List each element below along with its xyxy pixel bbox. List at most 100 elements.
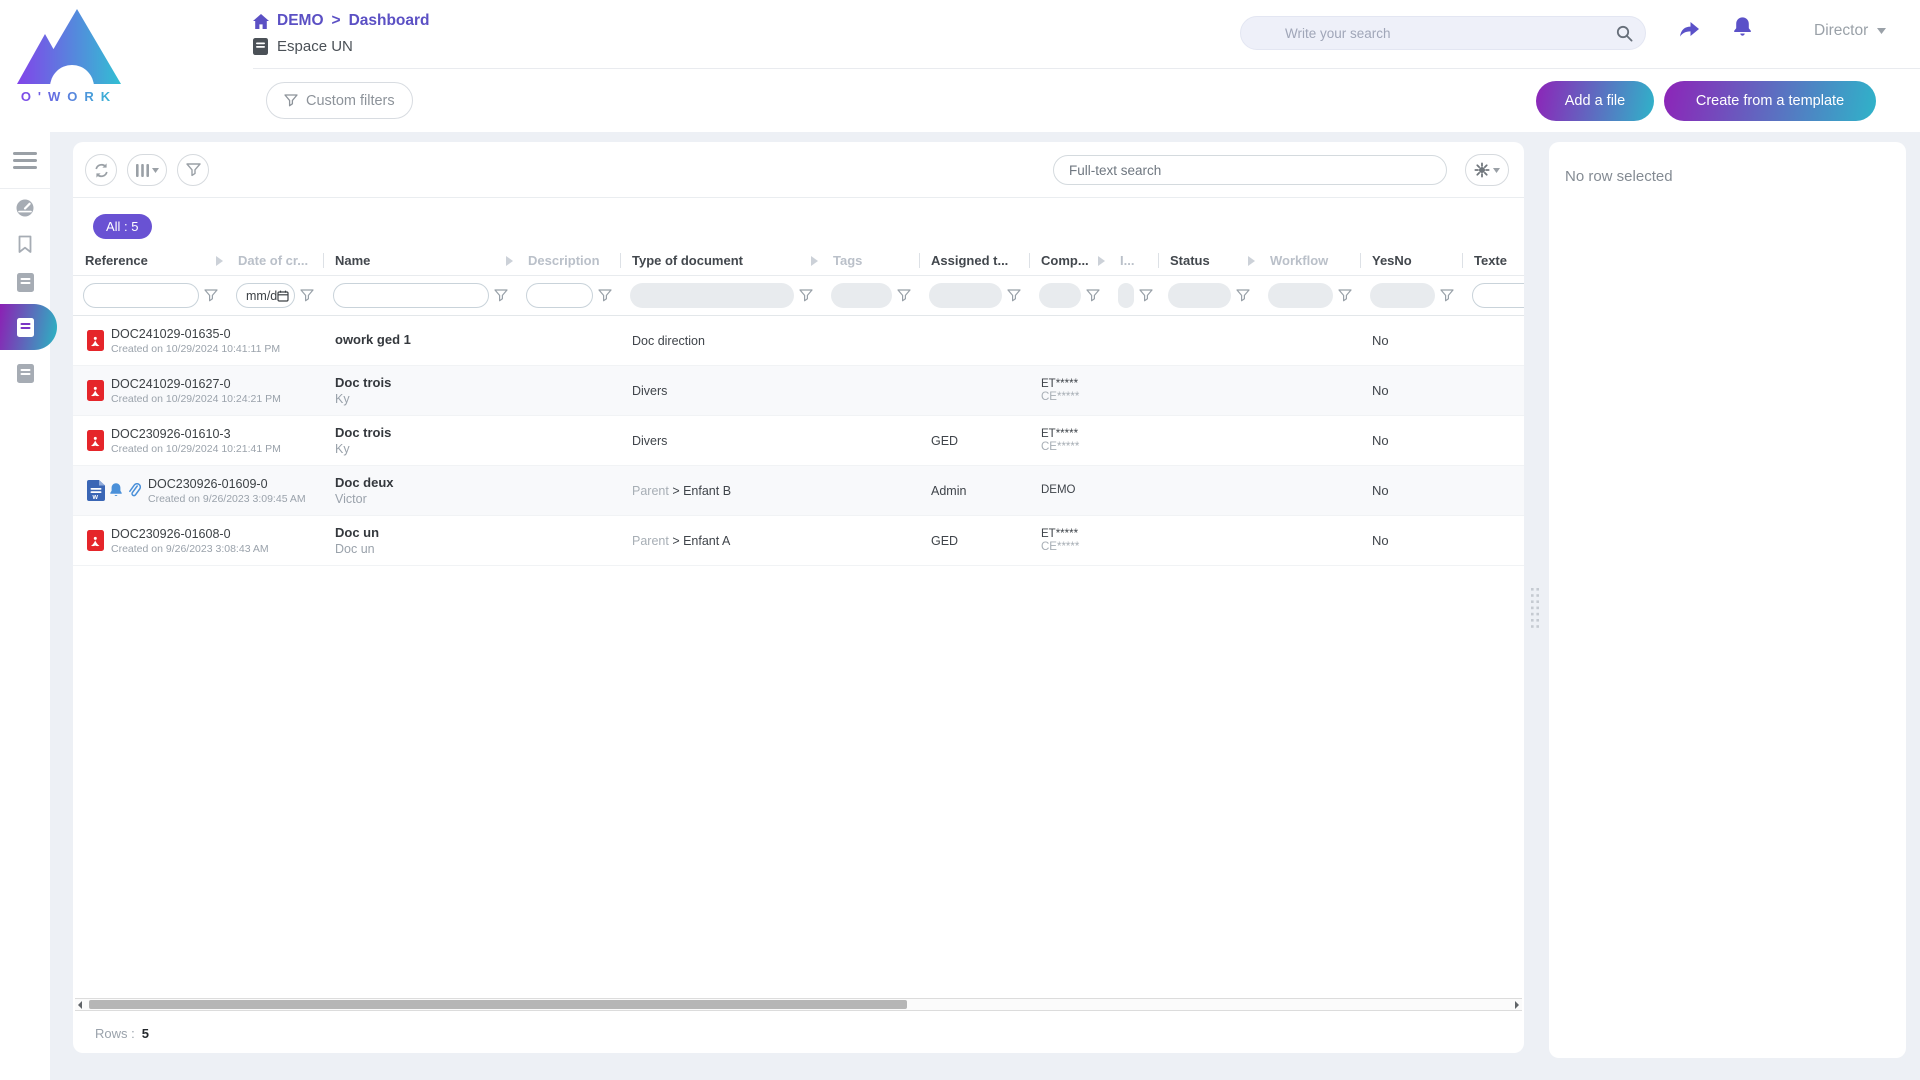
company-cell: ET***** CE***** [1029,428,1158,453]
column-header-i[interactable]: I... [1108,246,1158,275]
scroll-left-arrow-icon[interactable] [78,1001,82,1009]
user-role-menu[interactable]: Director [1814,22,1886,40]
type-cell: Divers [620,434,919,448]
calendar-icon[interactable] [277,290,289,302]
tab-all-count[interactable]: All : 5 [93,214,152,239]
filter-input-reference[interactable] [83,283,199,308]
column-header-assigned-t[interactable]: Assigned t... [919,246,1029,275]
pdf-file-icon[interactable] [87,430,104,451]
notifications-button[interactable] [1732,15,1753,39]
funnel-filter-icon[interactable] [1086,289,1100,302]
pdf-file-icon[interactable] [87,330,104,351]
company-value: ET***** [1041,528,1146,540]
pdf-file-icon[interactable] [87,530,104,551]
breadcrumb-current[interactable]: Dashboard [349,12,430,30]
company-cell: ET***** CE***** [1029,378,1158,403]
funnel-filter-icon[interactable] [1139,289,1153,302]
search-icon[interactable] [1616,25,1633,42]
workspace-book-icon [253,38,268,55]
documents-grid-panel: All : 5 ReferenceDate of cr...NameDescri… [73,142,1524,1053]
breadcrumb-separator: > [332,12,341,30]
document-type-parent: Parent [632,484,669,498]
filter-input-description[interactable] [526,283,593,308]
funnel-filter-icon[interactable] [897,289,911,302]
custom-filters-button[interactable]: Custom filters [266,82,413,119]
panel-resize-handle[interactable] [1531,588,1540,633]
sidebar-item-documents-active[interactable] [0,318,50,337]
paperclip-icon [127,483,141,499]
funnel-filter-icon[interactable] [204,289,218,302]
fulltext-search-input[interactable] [1053,155,1447,185]
horizontal-scrollbar[interactable] [75,998,1522,1011]
assigned-to-cell: Admin [919,484,1029,498]
funnel-filter-icon[interactable] [598,289,612,302]
sidebar-item-library-2[interactable] [0,364,50,383]
pdf-file-icon[interactable] [87,380,104,401]
sidebar-menu-toggle[interactable] [13,152,37,169]
grid-settings-button[interactable] [1465,154,1509,186]
filter-input-name[interactable] [333,283,489,308]
sidebar-divider [0,188,50,189]
sidebar [0,132,50,1080]
funnel-filter-icon[interactable] [1236,289,1250,302]
scroll-right-arrow-icon[interactable] [1515,1001,1519,1009]
create-from-template-button[interactable]: Create from a template [1664,81,1876,121]
company-secondary-value: CE***** [1041,441,1146,453]
filter-input-texte[interactable] [1472,283,1524,308]
book-icon [17,273,34,292]
column-label: Status [1170,253,1210,268]
document-name-subtitle: Ky [335,442,608,456]
funnel-filter-icon[interactable] [799,289,813,302]
funnel-filter-icon[interactable] [1007,289,1021,302]
sidebar-item-library-1[interactable] [0,273,50,292]
column-header-yesno[interactable]: YesNo [1360,246,1462,275]
column-header-status[interactable]: Status [1158,246,1258,275]
funnel-filter-icon[interactable] [300,289,314,302]
table-row[interactable]: DOC241029-01635-0 Created on 10/29/2024 … [73,316,1524,366]
scrollbar-thumb[interactable] [89,1000,907,1009]
share-icon [1678,18,1701,39]
column-header-workflow[interactable]: Workflow [1258,246,1360,275]
table-row[interactable]: DOC230926-01610-3 Created on 10/29/2024 … [73,416,1524,466]
filter-button[interactable] [177,154,209,186]
filter-date-input[interactable]: mm/d [236,283,295,308]
user-role-label: Director [1814,22,1868,40]
column-header-tags[interactable]: Tags [821,246,919,275]
column-header-description[interactable]: Description [516,246,620,275]
global-search[interactable] [1240,16,1646,50]
filter-disabled-comp [1039,283,1081,308]
funnel-filter-icon[interactable] [1338,289,1352,302]
sidebar-item-bookmarks[interactable] [0,235,50,254]
refresh-button[interactable] [85,154,117,186]
columns-button[interactable] [127,154,167,186]
column-header-reference[interactable]: Reference [73,246,226,275]
document-name: owork ged 1 [335,332,608,347]
reference-cell: DOC230926-01608-0 Created on 9/26/2023 3… [73,527,323,555]
document-name: Doc deux [335,475,608,490]
column-label: Workflow [1270,253,1328,268]
table-row[interactable]: DOC230926-01608-0 Created on 9/26/2023 3… [73,516,1524,566]
table-row[interactable]: DOC241029-01627-0 Created on 10/29/2024 … [73,366,1524,416]
document-created-date: Created on 10/29/2024 10:24:21 PM [111,393,281,405]
company-cell [1029,340,1158,341]
funnel-filter-icon[interactable] [1440,289,1454,302]
filter-disabled-type-of-document [630,283,794,308]
table-row[interactable]: w DOC230926-01609-0 Created on 9/26/2023… [73,466,1524,516]
sidebar-item-dashboard[interactable] [0,198,50,218]
chevron-down-icon [1877,28,1886,34]
home-icon[interactable] [253,14,269,29]
column-header-comp[interactable]: Comp... [1029,246,1108,275]
breadcrumb-root[interactable]: DEMO [277,12,324,30]
column-header-date-of-cr[interactable]: Date of cr... [226,246,323,275]
book-icon [17,364,34,383]
word-file-icon[interactable]: w [87,480,105,501]
funnel-filter-icon[interactable] [494,289,508,302]
global-search-input[interactable] [1283,25,1616,42]
share-button[interactable] [1678,18,1701,39]
hamburger-icon [13,152,37,169]
custom-filters-label: Custom filters [306,93,395,109]
column-header-name[interactable]: Name [323,246,516,275]
column-header-type-of-document[interactable]: Type of document [620,246,821,275]
column-header-texte[interactable]: Texte [1462,246,1524,275]
add-file-button[interactable]: Add a file [1536,81,1654,121]
